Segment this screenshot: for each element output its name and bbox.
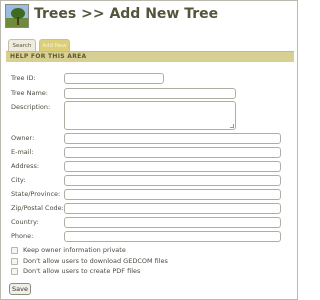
no-pdf-label: Don't allow users to create PDF files [23,267,141,275]
zip-postal-code-field[interactable] [64,203,281,214]
city-label: City: [11,176,26,184]
no-gedcom-checkbox[interactable] [11,258,18,265]
tree-id-label: Tree ID: [11,74,36,82]
state-province-field[interactable] [64,189,281,200]
country-label: Country: [11,218,39,226]
owner-field[interactable] [64,133,281,144]
page-title: Trees >> Add New Tree [34,6,219,22]
tab-search[interactable]: Search [8,39,36,51]
help-link[interactable]: Help for this area [10,53,87,60]
no-gedcom-label: Don't allow users to download GEDCOM fil… [23,257,168,265]
keep-private-label: Keep owner information private [23,246,126,254]
country-field[interactable] [64,217,281,228]
email-label: E-mail: [11,148,34,156]
state-province-label: State/Province: [11,190,61,198]
help-for-this-area[interactable]: Help for this area [6,51,294,62]
phone-label: Phone: [11,232,34,240]
description-field[interactable] [64,101,236,130]
no-pdf-checkbox[interactable] [11,268,18,275]
city-field[interactable] [64,175,281,186]
email-field[interactable] [64,147,281,158]
address-label: Address: [11,162,40,170]
save-button[interactable]: Save [9,283,31,295]
page-frame: Trees >> Add New Tree Search Add New Hel… [0,0,298,300]
owner-label: Owner: [11,134,35,142]
phone-field[interactable] [64,231,281,242]
zip-postal-code-label: Zip/Postal Code: [11,204,64,212]
resize-handle-icon[interactable] [230,124,234,128]
tab-add-new[interactable]: Add New [39,39,70,51]
tree-name-field[interactable] [64,88,236,99]
tree-name-label: Tree Name: [11,89,48,97]
tree-id-field[interactable] [64,73,164,84]
address-field[interactable] [64,161,281,172]
tree-logo-icon [5,4,29,28]
keep-private-checkbox[interactable] [11,247,18,254]
description-label: Description: [11,103,51,111]
